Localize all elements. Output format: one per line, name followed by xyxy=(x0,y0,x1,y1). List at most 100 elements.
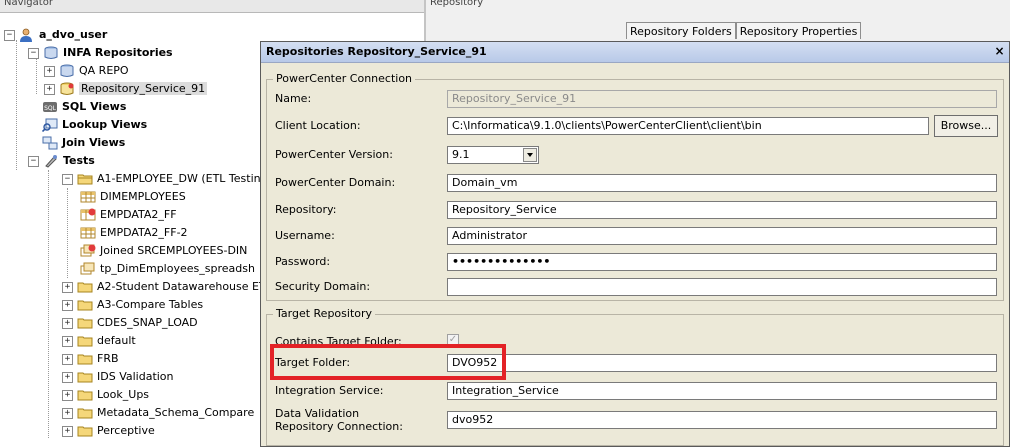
tree-folder[interactable]: + Look_Ups xyxy=(62,386,149,404)
tree-folder[interactable]: + A2-Student Datawarehouse ET xyxy=(62,278,266,296)
username-label: Username: xyxy=(275,229,335,242)
expand-icon[interactable]: + xyxy=(62,407,73,419)
tree-item-label: DIMEMPLOYEES xyxy=(100,190,186,203)
tests-icon xyxy=(43,154,59,168)
username-field[interactable]: Administrator xyxy=(447,227,997,245)
expand-icon[interactable]: + xyxy=(62,317,73,329)
expand-icon[interactable]: + xyxy=(62,389,73,401)
folder-icon xyxy=(77,370,93,384)
collapse-icon[interactable]: − xyxy=(28,47,39,59)
collapse-icon[interactable]: − xyxy=(28,155,39,167)
security-domain-field[interactable] xyxy=(447,278,997,296)
powercenter-version-label: PowerCenter Version: xyxy=(275,148,393,161)
tree-test-empdata2-ff-2[interactable]: EMPDATA2_FF-2 xyxy=(80,224,188,242)
tree-test-empdata2-ff[interactable]: EMPDATA2_FF xyxy=(80,206,177,224)
name-field: Repository_Service_91 xyxy=(447,90,997,108)
join-view-icon xyxy=(42,136,58,150)
expand-icon[interactable]: + xyxy=(62,353,73,365)
powercenter-domain-field[interactable]: Domain_vm xyxy=(447,174,997,192)
repository-panel-title: Repository xyxy=(430,0,484,8)
tree-item-qa-repo[interactable]: + QA REPO xyxy=(44,62,129,80)
tree-item-tests[interactable]: − Tests xyxy=(28,152,95,170)
tree-item-lookup-views[interactable]: Lookup Views xyxy=(28,116,147,134)
dialog-title: Repositories Repository_Service_91 xyxy=(266,45,487,58)
tree-item-label: EMPDATA2_FF-2 xyxy=(100,226,188,239)
repository-label: Repository: xyxy=(275,203,337,216)
folder-icon xyxy=(77,424,93,438)
tree-folder[interactable]: + Perceptive xyxy=(62,422,155,440)
tree-root-label: a_dvo_user xyxy=(39,28,108,41)
target-folder-field[interactable]: DVO952 xyxy=(447,354,997,372)
expand-icon[interactable]: + xyxy=(62,425,73,437)
powercenter-version-value: 9.1 xyxy=(452,148,470,161)
table-icon xyxy=(80,190,96,204)
tree-item-join-views[interactable]: Join Views xyxy=(28,134,125,152)
tree-folder[interactable]: + Metadata_Schema_Compare xyxy=(62,404,254,422)
folder-icon xyxy=(77,334,93,348)
tree-item-label: Lookup Views xyxy=(62,118,148,131)
integration-service-field[interactable]: Integration_Service xyxy=(447,382,997,400)
browse-button[interactable]: Browse... xyxy=(934,115,998,137)
tree-item-repository-service-91[interactable]: + Repository_Service_91 xyxy=(44,80,208,98)
name-label: Name: xyxy=(275,92,312,105)
chevron-down-icon[interactable] xyxy=(523,148,537,162)
tree-item-label: IDS Validation xyxy=(97,370,174,383)
tab-repository-folders[interactable]: Repository Folders xyxy=(626,22,736,39)
tree-folder[interactable]: + default xyxy=(62,332,136,350)
client-location-field[interactable]: C:\Informatica\9.1.0\clients\PowerCenter… xyxy=(447,117,929,135)
tree-folder[interactable]: + FRB xyxy=(62,350,119,368)
group-legend: Target Repository xyxy=(273,307,376,321)
powercenter-version-select[interactable]: 9.1 xyxy=(447,146,539,164)
expand-icon[interactable]: + xyxy=(44,65,55,77)
tab-repository-properties[interactable]: Repository Properties xyxy=(735,22,862,39)
table-error-icon xyxy=(80,208,96,222)
dialog-titlebar[interactable]: Repositories Repository_Service_91 × xyxy=(261,42,1009,63)
integration-service-label: Integration Service: xyxy=(275,384,384,397)
expand-icon[interactable]: + xyxy=(62,371,73,383)
tree-folder[interactable]: + A3-Compare Tables xyxy=(62,296,203,314)
folder-open-icon xyxy=(77,172,93,186)
password-field[interactable]: •••••••••••••• xyxy=(447,253,997,271)
expand-icon[interactable]: + xyxy=(62,281,73,293)
contains-target-folder-label: Contains Target Folder: xyxy=(275,335,402,348)
collapse-icon[interactable]: − xyxy=(62,173,73,185)
tree-item-label: CDES_SNAP_LOAD xyxy=(97,316,198,329)
user-icon xyxy=(19,28,35,42)
tree-item-label: A2-Student Datawarehouse ET xyxy=(97,280,266,293)
collapse-icon[interactable]: − xyxy=(4,29,15,41)
tree-item-label: Joined SRCEMPLOYEES-DIN xyxy=(100,244,248,257)
tree-item-infa-repositories[interactable]: − INFA Repositories xyxy=(28,44,173,62)
repository-dialog: Repositories Repository_Service_91 × Pow… xyxy=(260,41,1010,447)
expand-icon[interactable]: + xyxy=(62,335,73,347)
expand-icon[interactable]: + xyxy=(62,299,73,311)
data-validation-connection-field[interactable]: dvo952 xyxy=(447,411,997,429)
tree-folder-a1[interactable]: − A1-EMPLOYEE_DW (ETL Testin xyxy=(62,170,261,188)
tree-item-label: Perceptive xyxy=(97,424,155,437)
tree-folder[interactable]: + CDES_SNAP_LOAD xyxy=(62,314,198,332)
contains-target-folder-checkbox[interactable]: ✓ xyxy=(447,334,459,346)
tree-item-label: INFA Repositories xyxy=(63,46,173,59)
data-validation-label-line1: Data Validation xyxy=(275,407,360,420)
tree-guide xyxy=(16,40,17,170)
tree-item-sql-views[interactable]: SQL SQL Views xyxy=(28,98,126,116)
password-label: Password: xyxy=(275,255,331,268)
folder-icon xyxy=(77,316,93,330)
tree-root[interactable]: − a_dvo_user xyxy=(4,26,107,44)
folder-icon xyxy=(77,352,93,366)
svg-text:SQL: SQL xyxy=(44,105,57,112)
tree-item-label: FRB xyxy=(97,352,119,365)
tree-test-joined-srcemployees[interactable]: Joined SRCEMPLOYEES-DIN xyxy=(80,242,247,260)
database-icon xyxy=(43,46,59,60)
repository-field[interactable]: Repository_Service xyxy=(447,201,997,219)
tree-item-label: Tests xyxy=(63,154,95,167)
tree-guide xyxy=(67,188,68,278)
folder-icon xyxy=(77,298,93,312)
tree-guide xyxy=(36,58,37,94)
tree-folder[interactable]: + IDS Validation xyxy=(62,368,174,386)
expand-icon[interactable]: + xyxy=(44,83,55,95)
tree-test-dimemployees[interactable]: DIMEMPLOYEES xyxy=(80,188,186,206)
tree-item-label: EMPDATA2_FF xyxy=(100,208,177,221)
tree-item-label: Repository_Service_91 xyxy=(79,82,208,95)
tree-test-tp-dimemployees[interactable]: tp_DimEmployees_spreadsh xyxy=(80,260,255,278)
close-button[interactable]: × xyxy=(993,45,1006,58)
